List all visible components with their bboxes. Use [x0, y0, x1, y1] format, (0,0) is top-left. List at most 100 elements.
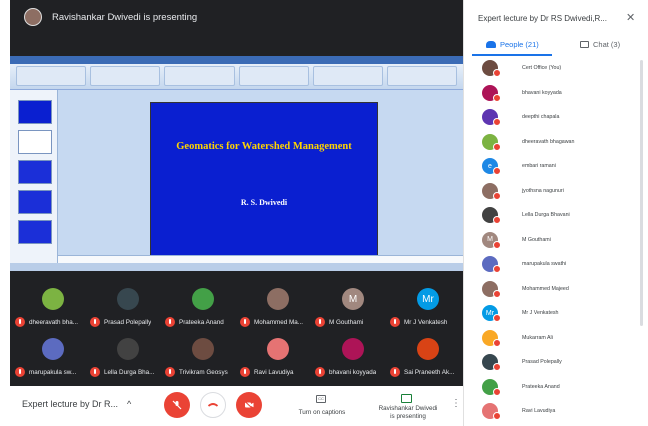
list-item[interactable]: MM Gouthami	[482, 230, 632, 250]
participant-tile[interactable]: Trivikram Geosys	[165, 336, 241, 380]
participant-name: Mohammed Majeed	[522, 285, 569, 292]
present-now-icon[interactable]	[401, 394, 412, 403]
people-icon	[486, 41, 496, 48]
slide-thumbnail	[18, 190, 52, 214]
microphone-off-icon	[493, 191, 501, 200]
list-item[interactable]: deepthi chapala	[482, 107, 632, 127]
panel-scrollbar[interactable]	[640, 60, 643, 326]
microphone-off-icon	[165, 367, 175, 377]
participant-tile[interactable]: Lella Durga Bha...	[90, 336, 166, 380]
participant-name: Mohammed Ma...	[254, 318, 303, 326]
list-item[interactable]: Cert Office (You)	[482, 58, 632, 78]
participant-tile[interactable]: Prateeka Anand	[165, 286, 241, 330]
participant-tile[interactable]: Ravi Lavudiya	[240, 336, 316, 380]
microphone-off-icon	[493, 240, 501, 249]
close-icon[interactable]: ✕	[626, 11, 635, 24]
avatar: Mr	[417, 288, 439, 310]
active-tab-indicator	[472, 54, 552, 56]
list-item[interactable]: Mr Mr J Venkatesh	[482, 303, 632, 323]
meeting-details-button[interactable]: Expert lecture by Dr R...	[22, 399, 118, 409]
participant-name: Prateeka Anand	[179, 318, 224, 326]
microphone-off-icon	[493, 314, 501, 322]
side-panel: Expert lecture by Dr RS Dwivedi,R... ✕ P…	[463, 0, 648, 426]
list-item[interactable]: jyothsna nagunuri	[482, 181, 632, 201]
participant-tile[interactable]: Prasad Polepally	[90, 286, 166, 330]
participant-tile[interactable]: dheeravath bha...	[15, 286, 91, 330]
participant-tile[interactable]: marupakula sw...	[15, 336, 91, 380]
tab-chat[interactable]: Chat (3)	[580, 40, 620, 49]
avatar	[117, 288, 139, 310]
microphone-off-icon	[240, 317, 250, 327]
camera-off-icon	[244, 400, 254, 410]
ppt-title-bar	[10, 56, 463, 64]
microphone-off-icon	[165, 317, 175, 327]
participant-name: Mr J Venkatesh	[522, 310, 559, 316]
bottom-control-bar: Expert lecture by Dr R... ^ CC Turn on c…	[10, 386, 463, 426]
captions-label[interactable]: Turn on captions	[292, 409, 352, 416]
meet-window: Ravishankar Dwivedi is presenting Geomat…	[0, 0, 648, 426]
list-item[interactable]: dheeravath bhagawan	[482, 132, 632, 152]
participant-name: Lella Durga Bha...	[104, 368, 155, 376]
chat-icon	[580, 41, 589, 48]
tile-name-row: Prasad Polepally	[90, 317, 166, 327]
list-item[interactable]: Prasad Polepally	[482, 352, 632, 372]
camera-off-button[interactable]	[236, 392, 262, 418]
leave-call-button[interactable]	[200, 392, 226, 418]
ribbon-group	[312, 66, 383, 86]
avatar: M	[342, 288, 364, 310]
microphone-off-icon	[493, 69, 501, 77]
avatar	[267, 338, 289, 360]
list-item[interactable]: e embari ramani	[482, 156, 632, 176]
participant-tile[interactable]: Sai Praneeth Ak...	[390, 336, 466, 380]
list-item[interactable]: Prateeka Anand	[482, 377, 632, 397]
participant-tile[interactable]: bhavani koyyada	[315, 336, 391, 380]
list-item[interactable]: Mukarram Ali	[482, 328, 632, 348]
participant-tile[interactable]: Mr Mr J Venkatesh	[390, 286, 466, 330]
participant-name: Trivikram Geosys	[179, 368, 228, 376]
presenting-label-line1[interactable]: Ravishankar Dwivedi	[366, 405, 450, 412]
avatar	[117, 338, 139, 360]
avatar	[267, 288, 289, 310]
microphone-off-icon	[493, 118, 501, 126]
presenting-label-line2[interactable]: is presenting	[366, 413, 450, 420]
microphone-off-icon	[15, 367, 25, 377]
list-item[interactable]: Lella Durga Bhavani	[482, 205, 632, 225]
microphone-off-icon	[315, 317, 325, 327]
tile-name-row: Mohammed Ma...	[240, 317, 316, 327]
participant-name: Lella Durga Bhavani	[522, 212, 570, 218]
tile-name-row: bhavani koyyada	[315, 367, 391, 377]
avatar	[192, 338, 214, 360]
slide-thumbnail	[18, 130, 52, 154]
ribbon-group	[238, 66, 309, 86]
participant-name: dheeravath bha...	[29, 318, 79, 326]
list-item[interactable]: Ravi Lavudiya	[482, 401, 632, 421]
participant-tile[interactable]: Mohammed Ma...	[240, 286, 316, 330]
tile-name-row: M Gouthami	[315, 317, 391, 327]
microphone-off-icon	[493, 167, 501, 175]
slide-thumbnail	[18, 220, 52, 244]
participant-name: bhavani koyyada	[329, 368, 377, 376]
participant-name: bhavani koyyada	[522, 89, 562, 96]
participant-name: Mr J Venkatesh	[404, 318, 448, 326]
tab-people[interactable]: People (21)	[486, 40, 539, 49]
list-item[interactable]: bhavani koyyada	[482, 83, 632, 103]
tab-people-label: People (21)	[500, 40, 539, 49]
participant-name: embari ramani	[522, 163, 556, 169]
shared-screen: Geomatics for Watershed Management R. S.…	[10, 56, 463, 271]
participant-tile[interactable]: M M Gouthami	[315, 286, 391, 330]
participant-name: deepthi chapala	[522, 114, 560, 120]
chevron-up-icon[interactable]: ^	[127, 399, 131, 409]
captions-icon[interactable]: CC	[316, 395, 326, 403]
list-item[interactable]: Mohammed Majeed	[482, 279, 632, 299]
microphone-off-icon	[90, 367, 100, 377]
microphone-off-button[interactable]	[164, 392, 190, 418]
list-item[interactable]: marupakula swathi	[482, 254, 632, 274]
microphone-off-icon	[493, 387, 501, 396]
presenter-banner-text: Ravishankar Dwivedi is presenting	[52, 11, 198, 23]
tile-name-row: Mr J Venkatesh	[390, 317, 466, 327]
more-options-icon[interactable]: ⋮	[451, 398, 461, 409]
ribbon-group	[386, 66, 458, 86]
participant-name: marupakula swathi	[522, 261, 567, 267]
tile-name-row: marupakula sw...	[15, 367, 91, 377]
ppt-body: Geomatics for Watershed Management R. S.…	[10, 90, 463, 263]
